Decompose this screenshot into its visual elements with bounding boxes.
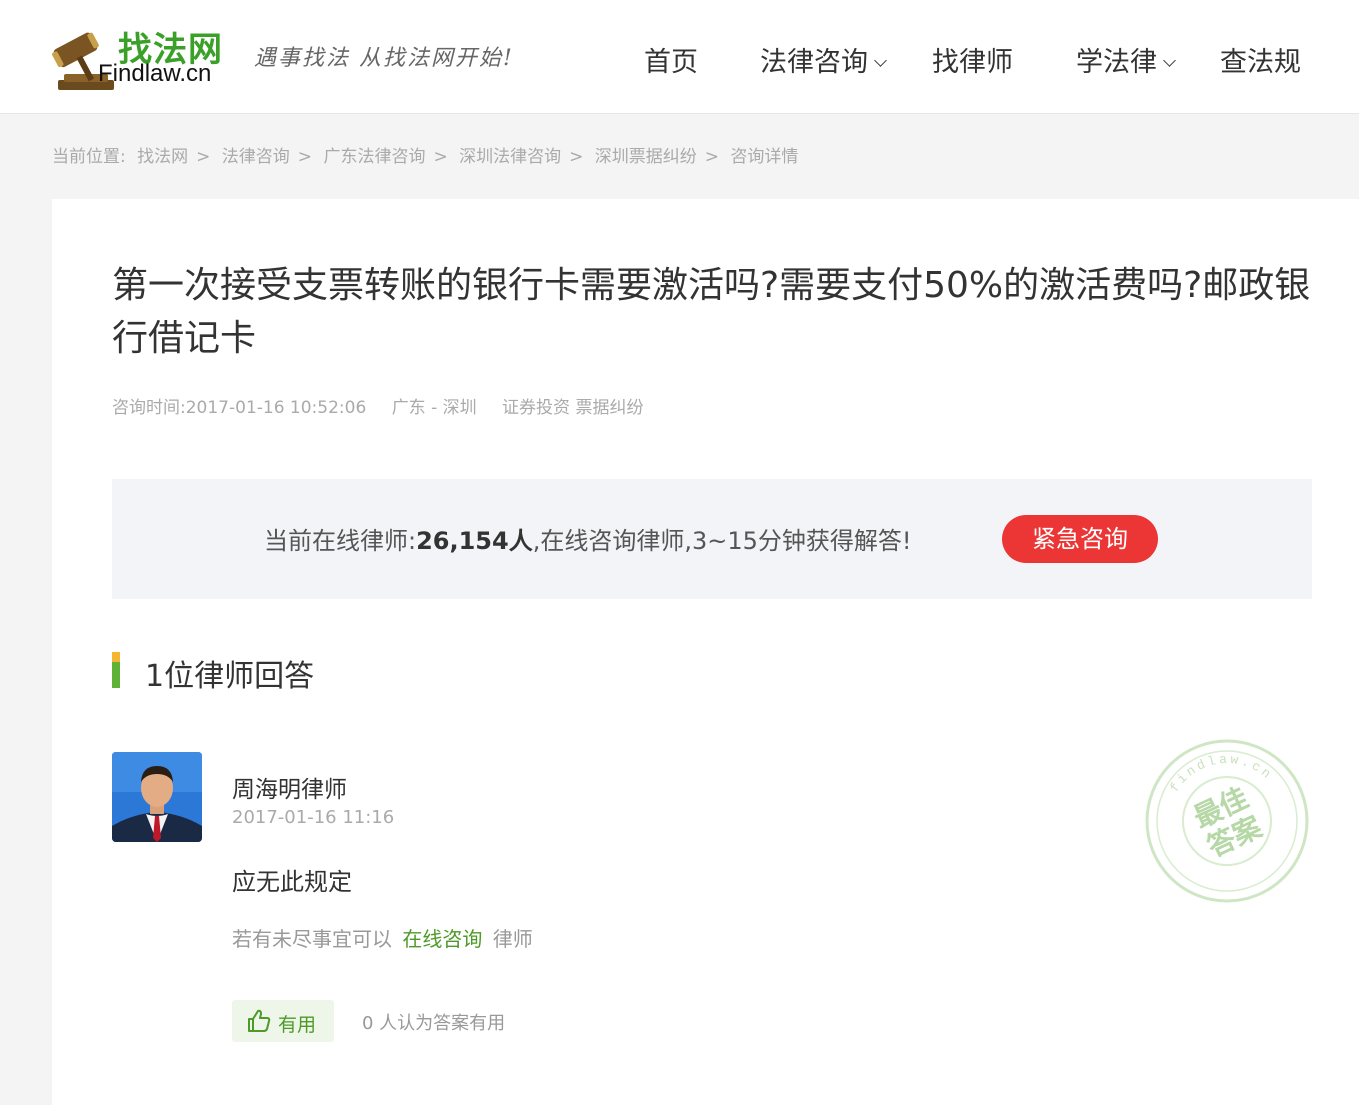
- chevron-down-icon: [1163, 54, 1176, 67]
- online-count: 26,154人: [416, 527, 533, 555]
- lawyer-portrait-icon: [112, 752, 202, 842]
- nav-find-lawyer[interactable]: 找律师: [932, 40, 1013, 79]
- best-answer-stamp-icon: findlaw.cn 最佳 答案: [1145, 739, 1309, 903]
- chevron-down-icon: [874, 54, 887, 67]
- nav-search-regulations[interactable]: 查法规: [1220, 40, 1301, 79]
- online-suffix: ,在线咨询律师,3~15分钟获得解答!: [532, 527, 912, 555]
- online-consult-link[interactable]: 在线咨询: [402, 927, 482, 951]
- question-category[interactable]: 证券投资 票据纠纷: [502, 398, 643, 418]
- useful-button[interactable]: 有用: [232, 1000, 334, 1042]
- nav-home-label: 首页: [644, 47, 698, 78]
- thumbs-up-icon: [248, 1009, 271, 1032]
- avatar[interactable]: [112, 752, 202, 842]
- consult-more-suffix: 律师: [492, 927, 533, 951]
- breadcrumb-separator: >: [297, 147, 313, 167]
- answer-content: 应无此规定: [232, 868, 352, 896]
- nav-find-lawyer-label: 找律师: [932, 47, 1013, 78]
- breadcrumb-separator: >: [196, 147, 211, 167]
- section-accent-bar: [112, 652, 120, 688]
- question-location[interactable]: 广东 - 深圳: [392, 398, 477, 418]
- nav-legal-consult-label: 法律咨询: [760, 47, 868, 78]
- consult-more-prefix: 若有未尽事宜可以: [232, 927, 392, 951]
- question-title: 第一次接受支票转账的银行卡需要激活吗?需要支付50%的激活费吗?邮政银行借记卡: [112, 265, 1311, 359]
- breadcrumb-prefix: 当前位置:: [52, 147, 126, 167]
- site-header: 找法网 Findlaw.cn 遇事找法 从找法网开始! 首页 法律咨询 找律师 …: [0, 0, 1359, 114]
- main-nav: 首页 法律咨询 找律师 学法律 查法规: [0, 40, 1359, 80]
- consult-more-line: 若有未尽事宜可以 在线咨询 律师: [232, 923, 533, 952]
- breadcrumb-item[interactable]: 法律咨询: [222, 147, 290, 167]
- online-lawyers-banner: 当前在线律师:26,154人,在线咨询律师,3~15分钟获得解答! 紧急咨询: [112, 479, 1312, 599]
- breadcrumb-separator: >: [569, 147, 584, 167]
- useful-count: 0 人认为答案有用: [362, 1013, 506, 1034]
- question-card: 第一次接受支票转账的银行卡需要激活吗?需要支付50%的激活费吗?邮政银行借记卡 …: [52, 199, 1359, 1105]
- online-prefix: 当前在线律师:: [264, 527, 417, 555]
- nav-learn-law[interactable]: 学法律: [1076, 40, 1176, 79]
- breadcrumb-separator: >: [704, 147, 720, 167]
- breadcrumb: 当前位置: 找法网 > 法律咨询 > 广东法律咨询 > 深圳法律咨询 > 深圳票据纠纷 >…: [52, 142, 804, 167]
- answer-time: 2017-01-16 11:16: [232, 807, 395, 828]
- breadcrumb-item[interactable]: 找法网: [137, 147, 188, 167]
- breadcrumb-item[interactable]: 广东法律咨询: [323, 147, 425, 167]
- nav-search-regulations-label: 查法规: [1220, 47, 1301, 78]
- answers-heading: 1位律师回答: [145, 659, 315, 694]
- breadcrumb-separator: >: [433, 147, 448, 167]
- nav-legal-consult[interactable]: 法律咨询: [760, 40, 887, 79]
- breadcrumb-item[interactable]: 深圳法律咨询: [459, 147, 561, 167]
- breadcrumb-item[interactable]: 深圳票据纠纷: [595, 147, 697, 167]
- lawyer-name[interactable]: 周海明律师: [232, 770, 347, 804]
- question-time: 咨询时间:2017-01-16 10:52:06: [112, 398, 367, 418]
- nav-home[interactable]: 首页: [644, 40, 698, 79]
- question-meta: 咨询时间:2017-01-16 10:52:06 广东 - 深圳 证券投资 票据…: [112, 393, 663, 418]
- useful-label: 有用: [278, 1014, 317, 1036]
- online-lawyers-text: 当前在线律师:26,154人,在线咨询律师,3~15分钟获得解答!: [264, 521, 912, 556]
- nav-learn-law-label: 学法律: [1076, 47, 1157, 78]
- urgent-consult-button[interactable]: 紧急咨询: [1002, 515, 1158, 563]
- breadcrumb-current: 咨询详情: [730, 147, 799, 167]
